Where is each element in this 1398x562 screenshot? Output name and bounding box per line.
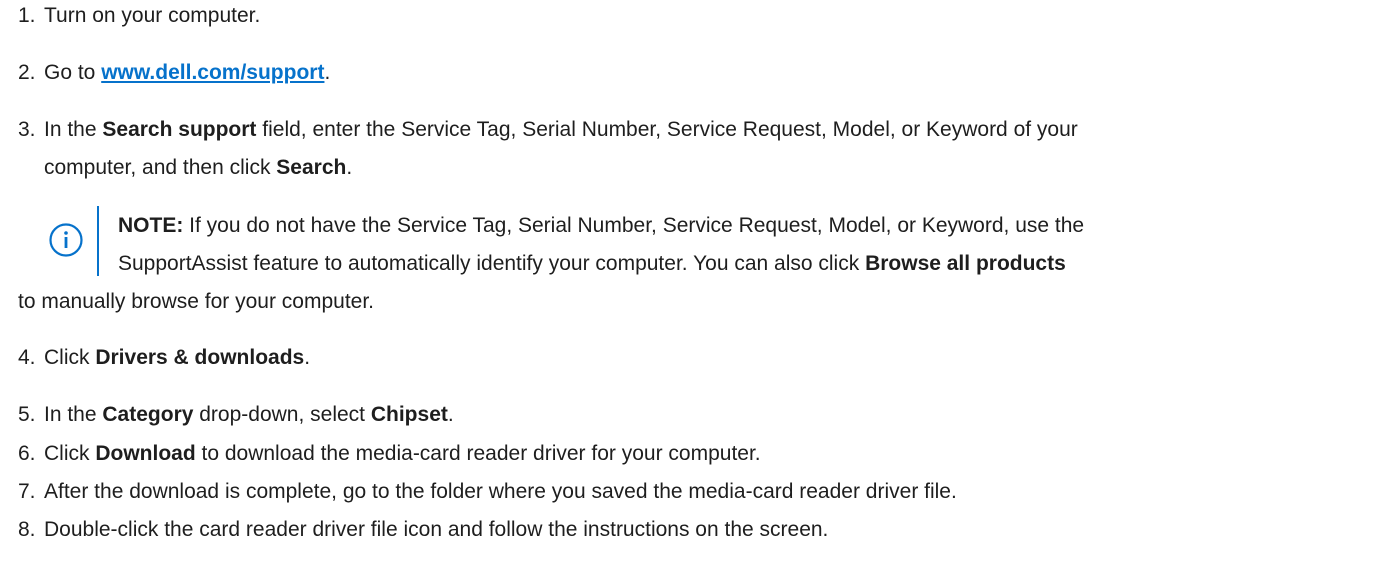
- step-text-post: .: [447, 403, 454, 426]
- note-text: SupportAssist feature to automatically i…: [118, 252, 866, 275]
- category-term: Category: [102, 403, 194, 426]
- note-line-3: to manually browse for your computer.: [18, 290, 374, 313]
- step-text: computer, and then click Search.: [44, 155, 352, 181]
- step-number: 6.: [18, 442, 36, 465]
- step-text: In the Category drop-down, select Chipse…: [44, 402, 454, 428]
- step-text-pre: In the: [44, 118, 103, 141]
- step-text: In the Search support field, enter the S…: [44, 117, 1078, 143]
- step-text: Click Download to download the media-car…: [44, 441, 761, 467]
- dell-support-link[interactable]: www.dell.com/support: [101, 61, 324, 84]
- step-text-pre: Click: [44, 346, 96, 369]
- step-text-mid: drop-down, select: [193, 403, 371, 426]
- step-number: 3.: [18, 118, 36, 141]
- note-label: NOTE:: [118, 214, 184, 237]
- step-text: Double-click the card reader driver file…: [44, 518, 829, 541]
- step-text-pre: Go to: [44, 61, 102, 84]
- step-text: After the download is complete, go to th…: [44, 480, 957, 503]
- step-number: 4.: [18, 346, 36, 369]
- note-divider: [97, 206, 99, 276]
- step-number: 8.: [18, 518, 36, 541]
- browse-all-products-term: Browse all products: [865, 252, 1066, 275]
- note-text: If you do not have the Service Tag, Seri…: [183, 214, 1085, 237]
- download-term: Download: [95, 442, 196, 465]
- step-text: Click Drivers & downloads.: [44, 345, 310, 371]
- chipset-term: Chipset: [370, 403, 448, 426]
- search-support-term: Search support: [102, 118, 257, 141]
- step-number: 7.: [18, 480, 36, 503]
- step-text-post: .: [346, 156, 353, 179]
- step-number: 5.: [18, 403, 36, 426]
- step-number: 2.: [18, 61, 36, 84]
- step-text-pre: computer, and then click: [44, 156, 277, 179]
- step-text-mid: field, enter the Service Tag, Serial Num…: [256, 118, 1078, 141]
- step-text: Turn on your computer.: [44, 4, 261, 27]
- info-icon: [49, 223, 83, 257]
- step-text-post: .: [304, 346, 311, 369]
- step-text-pre: Click: [44, 442, 96, 465]
- step-text-post: to download the media-card reader driver…: [195, 442, 761, 465]
- instructions-document: 1. Turn on your computer. 2. Go to www.d…: [0, 0, 1398, 562]
- drivers-downloads-term: Drivers & downloads: [95, 346, 305, 369]
- note-line-2: SupportAssist feature to automatically i…: [118, 251, 1066, 277]
- note-line-1: NOTE: If you do not have the Service Tag…: [118, 213, 1084, 239]
- step-text-pre: In the: [44, 403, 103, 426]
- step-text-post: .: [324, 61, 331, 84]
- step-text: Go to www.dell.com/support.: [44, 60, 330, 86]
- search-term: Search: [276, 156, 347, 179]
- step-number: 1.: [18, 4, 36, 27]
